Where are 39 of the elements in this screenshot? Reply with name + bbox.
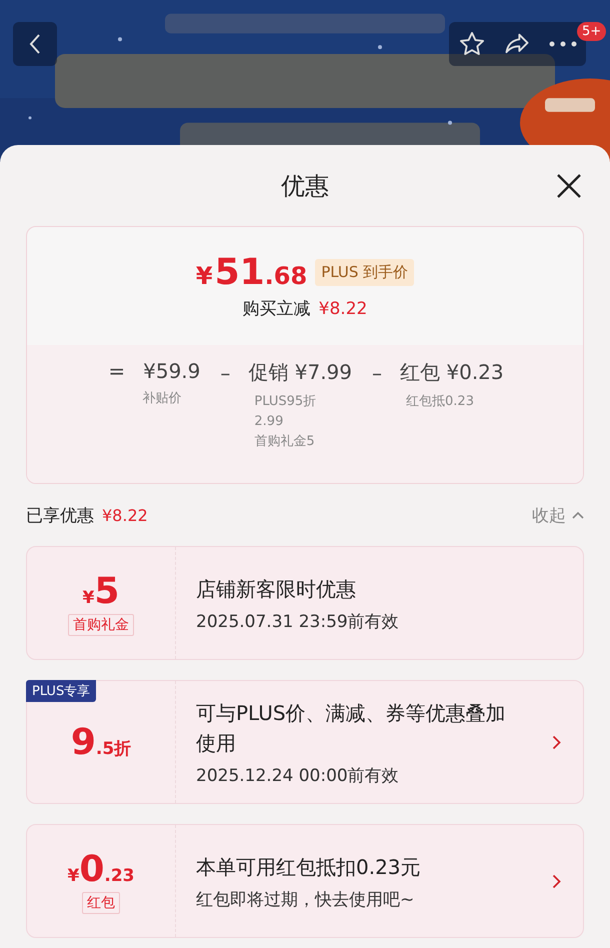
enjoyed-value: ¥8.22 [102,506,148,524]
final-price: ¥51.68 [196,252,308,293]
star-icon[interactable] [458,30,486,58]
coupon-tag: 红包 [82,892,120,914]
coupon-title: 店铺新客限时优惠 [196,576,357,602]
close-icon[interactable] [556,173,582,199]
coupon-value: 9.5折 [70,722,132,762]
sheet-title: 优惠 [281,170,329,202]
operator: – [372,360,382,384]
coupon-card[interactable]: ¥0.23 红包 本单可用红包抵扣0.23元 红包即将过期，快去使用吧~ [26,824,584,938]
coupon-subtitle: 2025.07.31 23:59前有效 [196,610,400,632]
price-tag: PLUS 到手价 [315,259,414,286]
coupon-card[interactable]: PLUS专享 9.5折 可与PLUS价、满减、券等优惠叠加使用 2025.12.24 00:00前有效 [26,680,584,804]
more-icon[interactable] [548,39,578,49]
caret-icon [572,511,584,519]
coupon-title: 可与PLUS价、满减、券等优惠叠加使用 [196,700,507,756]
breakdown-amount: 红包 ¥0.23 [400,359,504,386]
coupon-value: ¥0.23 [67,848,135,890]
saving-value: ¥8.22 [318,299,368,319]
coupon-value: ¥5 [82,570,120,612]
breakdown-note: PLUS95折 [254,393,318,411]
breakdown-note: 补贴价 [142,390,182,408]
operator: = [108,359,126,383]
back-button[interactable] [13,22,57,66]
coupon-tag: 首购礼金 [68,614,134,636]
breakdown-note: 2.99 [254,413,284,431]
operator: – [220,360,230,384]
coupon-card[interactable]: ¥5 首购礼金 店铺新客限时优惠 2025.07.31 23:59前有效 [26,546,584,660]
enjoyed-label: 已享优惠 [26,504,94,526]
plus-badge: PLUS专享 [26,680,96,702]
coupon-subtitle: 2025.12.24 00:00前有效 [196,764,400,786]
coupon-title: 本单可用红包抵扣0.23元 [196,854,422,880]
breakdown-note: 红包抵0.23 [406,393,475,411]
saving-label: 购买立减 [242,298,311,320]
breakdown-amount: 促销 ¥7.99 [248,359,352,386]
coupon-subtitle: 红包即将过期，快去使用吧~ [196,888,416,910]
breakdown-amount: ¥59.9 [143,359,200,383]
back-icon [29,33,41,55]
breakdown-note: 首购礼金5 [254,433,316,451]
